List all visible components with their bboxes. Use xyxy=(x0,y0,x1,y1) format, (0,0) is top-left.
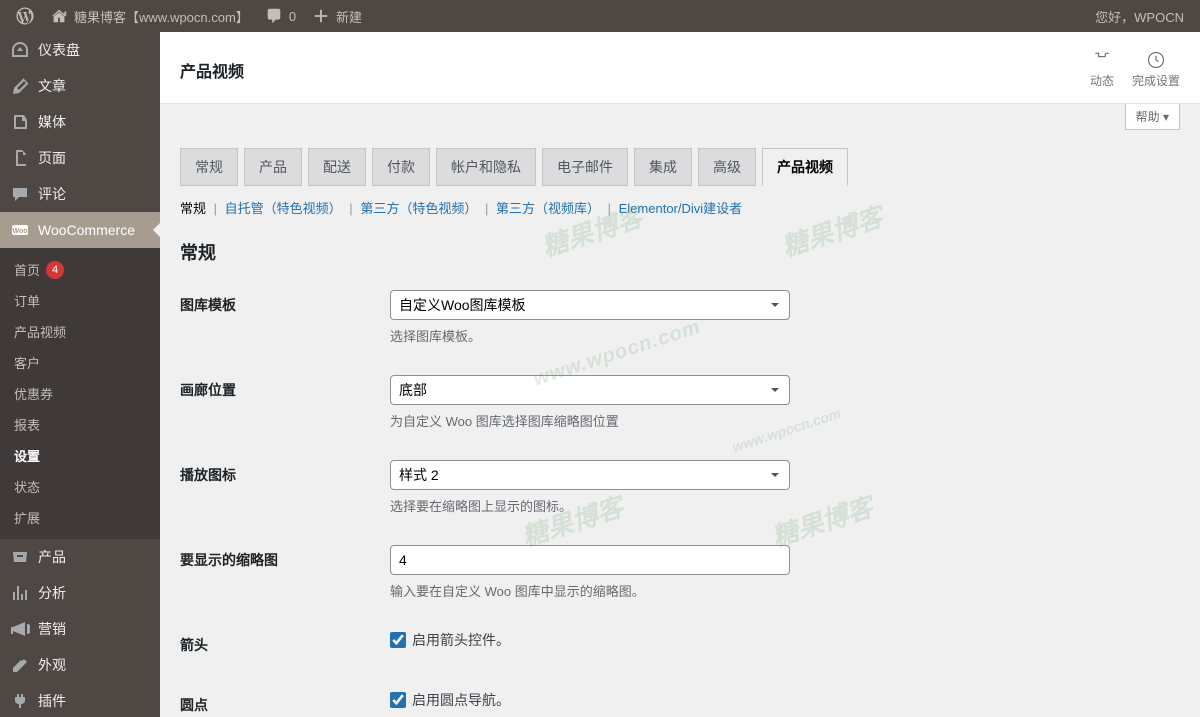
tab-payments[interactable]: 付款 xyxy=(372,148,430,186)
home-badge: 4 xyxy=(46,261,64,279)
svg-text:Woo: Woo xyxy=(12,228,27,235)
new-content-link[interactable]: 新建 xyxy=(304,0,370,32)
thumbs-input[interactable] xyxy=(390,545,790,575)
arrows-cb-label: 启用箭头控件。 xyxy=(412,630,510,650)
submenu-product-video[interactable]: 产品视频 xyxy=(0,316,160,347)
thumbs-label: 要显示的缩略图 xyxy=(160,530,380,615)
menu-pages[interactable]: 页面 xyxy=(0,140,160,176)
gallery-template-select[interactable]: 自定义Woo图库模板 xyxy=(390,290,790,320)
tab-accounts[interactable]: 帐户和隐私 xyxy=(436,148,536,186)
dots-cb-label: 启用圆点导航。 xyxy=(412,690,510,710)
subnav-general[interactable]: 常规 xyxy=(180,201,206,216)
menu-dashboard[interactable]: 仪表盘 xyxy=(0,32,160,68)
play-icon-label: 播放图标 xyxy=(160,445,380,530)
play-icon-desc: 选择要在缩略图上显示的图标。 xyxy=(390,496,1180,515)
site-home-link[interactable]: 糖果博客【www.wpocn.com】 xyxy=(42,0,257,32)
menu-analytics[interactable]: 分析 xyxy=(0,575,160,611)
section-heading: 常规 xyxy=(180,239,1180,265)
submenu-extensions[interactable]: 扩展 xyxy=(0,502,160,533)
activity-button[interactable]: 动态 xyxy=(1090,50,1114,89)
tab-integration[interactable]: 集成 xyxy=(634,148,692,186)
menu-media[interactable]: 媒体 xyxy=(0,104,160,140)
gallery-position-label: 画廊位置 xyxy=(160,360,380,445)
arrows-label: 箭头 xyxy=(160,615,380,675)
submenu-home[interactable]: 首页4 xyxy=(0,254,160,285)
subnav-elementor[interactable]: Elementor/Divi建设者 xyxy=(619,201,743,216)
submenu-customers[interactable]: 客户 xyxy=(0,347,160,378)
menu-woocommerce[interactable]: WooWooCommerce xyxy=(0,212,160,248)
subnav-third-library[interactable]: 第三方（视频库） xyxy=(496,201,600,216)
gallery-template-desc: 选择图库模板。 xyxy=(390,326,1180,345)
dots-label: 圆点 xyxy=(160,675,380,717)
menu-plugins[interactable]: 插件 xyxy=(0,683,160,717)
subnav-self-hosted[interactable]: 自托管（特色视频） xyxy=(225,201,342,216)
gallery-position-desc: 为自定义 Woo 图库选择图库缩略图位置 xyxy=(390,411,1180,430)
content-area: 产品视频 动态 完成设置 帮助 ▾ 常规 产品 配送 付款 帐户和隐私 电子邮件… xyxy=(160,32,1200,717)
play-icon-select[interactable]: 样式 2 xyxy=(390,460,790,490)
menu-products[interactable]: 产品 xyxy=(0,539,160,575)
wp-logo[interactable] xyxy=(8,0,42,32)
gallery-position-select[interactable]: 底部 xyxy=(390,375,790,405)
subnav-third-featured[interactable]: 第三方（特色视频） xyxy=(360,201,477,216)
tab-advanced[interactable]: 高级 xyxy=(698,148,756,186)
help-button[interactable]: 帮助 ▾ xyxy=(1125,104,1180,130)
dots-checkbox[interactable] xyxy=(390,692,406,708)
thumbs-desc: 输入要在自定义 Woo 图库中显示的缩略图。 xyxy=(390,581,1180,600)
tab-product-video[interactable]: 产品视频 xyxy=(762,148,848,186)
menu-marketing[interactable]: 营销 xyxy=(0,611,160,647)
menu-comments[interactable]: 评论 xyxy=(0,176,160,212)
page-title: 产品视频 xyxy=(180,58,244,82)
submenu-status[interactable]: 状态 xyxy=(0,471,160,502)
arrows-checkbox[interactable] xyxy=(390,632,406,648)
submenu-coupons[interactable]: 优惠券 xyxy=(0,378,160,409)
settings-tabs: 常规 产品 配送 付款 帐户和隐私 电子邮件 集成 高级 产品视频 xyxy=(180,148,1180,186)
account-greeting[interactable]: 您好，WPOCN xyxy=(1087,0,1192,32)
menu-posts[interactable]: 文章 xyxy=(0,68,160,104)
page-header: 产品视频 动态 完成设置 xyxy=(160,32,1200,104)
site-name: 糖果博客【www.wpocn.com】 xyxy=(74,7,249,26)
admin-bar: 糖果博客【www.wpocn.com】 0 新建 您好，WPOCN xyxy=(0,0,1200,32)
tab-shipping[interactable]: 配送 xyxy=(308,148,366,186)
tab-products[interactable]: 产品 xyxy=(244,148,302,186)
submenu-settings[interactable]: 设置 xyxy=(0,440,160,471)
submenu-orders[interactable]: 订单 xyxy=(0,285,160,316)
tab-general[interactable]: 常规 xyxy=(180,148,238,186)
section-subnav: 常规 | 自托管（特色视频） | 第三方（特色视频） | 第三方（视频库） | … xyxy=(180,198,1180,217)
finish-setup-button[interactable]: 完成设置 xyxy=(1132,50,1180,89)
woocommerce-submenu: 首页4 订单 产品视频 客户 优惠券 报表 设置 状态 扩展 xyxy=(0,248,160,539)
admin-sidebar: 仪表盘 文章 媒体 页面 评论 WooWooCommerce 首页4 订单 产品… xyxy=(0,32,160,717)
tab-emails[interactable]: 电子邮件 xyxy=(542,148,628,186)
gallery-template-label: 图库模板 xyxy=(160,275,380,360)
comments-link[interactable]: 0 xyxy=(257,0,304,32)
menu-appearance[interactable]: 外观 xyxy=(0,647,160,683)
settings-form: 图库模板 自定义Woo图库模板 选择图库模板。 画廊位置 底部 为自定义 Woo… xyxy=(160,275,1200,717)
submenu-reports[interactable]: 报表 xyxy=(0,409,160,440)
comment-count: 0 xyxy=(289,9,296,24)
